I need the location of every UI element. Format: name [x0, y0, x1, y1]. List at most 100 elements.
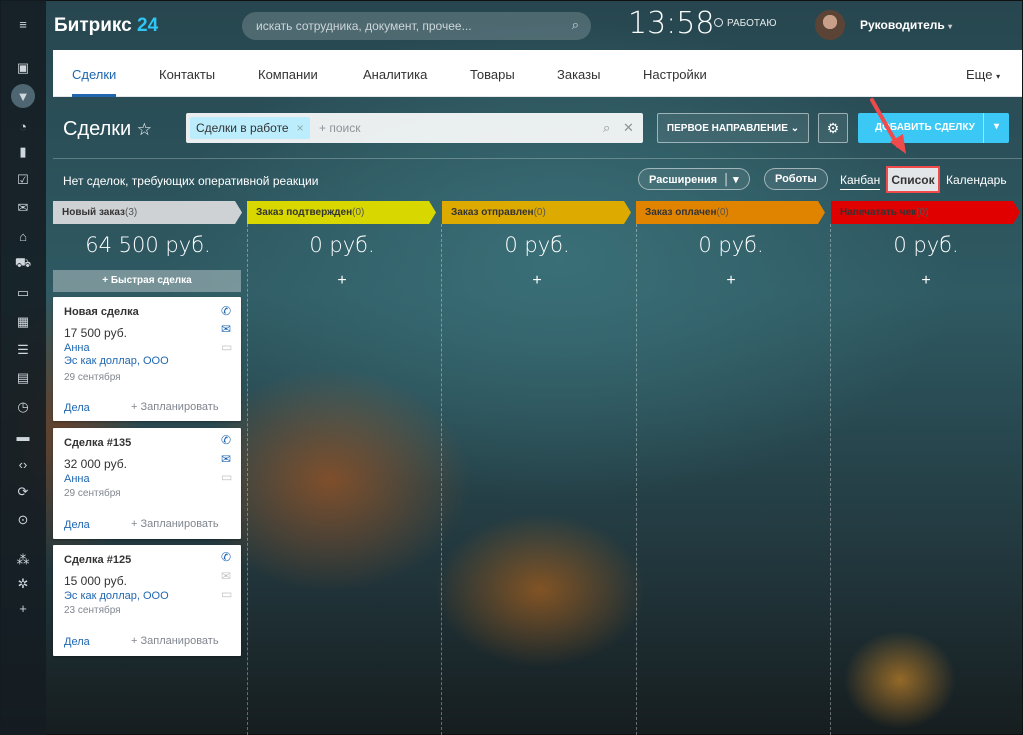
filter-search-input[interactable]: Сделки в работе × + поиск ⌕ ✕	[186, 113, 643, 143]
clock-icon[interactable]: ◷	[13, 397, 33, 417]
calendar-icon[interactable]: ▭	[13, 283, 33, 303]
filter-placeholder: + поиск	[319, 121, 361, 135]
grid-icon[interactable]: ▦	[13, 312, 33, 332]
stage-count: (0)	[916, 207, 929, 218]
chevron-down-icon: ⌄	[790, 123, 800, 134]
add-deal-plus-icon[interactable]: +	[442, 272, 632, 290]
quick-deal-button[interactable]: + Быстрая сделка	[53, 270, 241, 292]
robots-button[interactable]: Роботы	[764, 168, 828, 190]
deal-card[interactable]: Новая сделка 17 500 руб. Анна Эс как дол…	[53, 297, 241, 421]
stage-header[interactable]: Заказ отправлен(0)	[442, 201, 631, 224]
search-icon[interactable]: ⌕	[603, 120, 610, 136]
global-search-input[interactable]: искать сотрудника, документ, прочее... ⌕	[242, 12, 591, 40]
mail-icon[interactable]: ✉	[221, 569, 231, 583]
extensions-label: Расширения	[649, 174, 718, 186]
view-kanban[interactable]: Канбан	[840, 173, 881, 190]
deal-activities-link[interactable]: Дела	[64, 402, 90, 414]
deal-card[interactable]: Сделка #125 15 000 руб. Эс как доллар, О…	[53, 545, 241, 656]
tab-deals[interactable]: Сделки	[72, 67, 116, 82]
stage-column: Напечатать чек(0)	[831, 201, 1020, 224]
deal-activities-link[interactable]: Дела	[64, 519, 90, 531]
stage-header[interactable]: Напечатать чек(0)	[831, 201, 1020, 224]
add-deal-plus-icon[interactable]: +	[636, 272, 826, 290]
deal-activities-link[interactable]: Дела	[64, 636, 90, 648]
page-title-text: Сделки	[63, 118, 132, 140]
filter-icon[interactable]: ▼	[11, 84, 35, 108]
add-deal-plus-icon[interactable]: +	[831, 272, 1021, 290]
user-name: Руководитель	[860, 18, 945, 32]
divider	[53, 158, 1022, 159]
sync-icon[interactable]: ⟳	[13, 482, 33, 502]
user-menu[interactable]: Руководитель ▾	[860, 18, 952, 32]
sliders-icon[interactable]: ☰	[13, 340, 33, 360]
stage-name: Напечатать чек	[840, 207, 917, 218]
deal-date: 23 сентября	[64, 605, 121, 616]
drive-icon[interactable]: ▬	[13, 426, 33, 446]
stage-column: Заказ оплачен(0)	[636, 201, 825, 224]
phone-icon[interactable]: ✆	[221, 433, 231, 447]
chat-icon[interactable]: ▭	[221, 340, 232, 354]
tab-companies[interactable]: Компании	[258, 67, 318, 82]
work-status[interactable]: РАБОТАЮ	[714, 18, 776, 29]
deal-title[interactable]: Сделка #125	[64, 554, 131, 566]
sitemap-icon[interactable]: ⁂	[13, 550, 33, 570]
phone-icon[interactable]: ✆	[221, 304, 231, 318]
direction-button[interactable]: ПЕРВОЕ НАПРАВЛЕНИЕ ⌄	[657, 113, 809, 143]
mail-icon[interactable]: ✉	[13, 198, 33, 218]
chat-icon[interactable]: ▭	[221, 587, 232, 601]
close-icon[interactable]: ×	[297, 121, 304, 135]
tab-more[interactable]: Еще ▾	[966, 67, 1000, 82]
deal-plan-link[interactable]: + Запланировать	[131, 635, 219, 647]
plus-icon[interactable]: +	[13, 598, 33, 618]
view-list[interactable]: Список	[886, 166, 940, 193]
star-icon[interactable]: ☆	[137, 120, 152, 139]
tab-products[interactable]: Товары	[470, 67, 515, 82]
stage-column: Заказ подтвержден(0)	[247, 201, 436, 224]
deal-plan-link[interactable]: + Запланировать	[131, 518, 219, 530]
deal-company[interactable]: Эс как доллар, ООО	[64, 355, 169, 367]
clear-icon[interactable]: ✕	[623, 120, 634, 136]
stage-header[interactable]: Заказ оплачен(0)	[636, 201, 825, 224]
deal-company[interactable]: Эс как доллар, ООО	[64, 590, 169, 602]
bar-chart-icon[interactable]: ▮	[13, 142, 33, 162]
planner-icon[interactable]: ▤	[13, 368, 33, 388]
filter-chip[interactable]: Сделки в работе ×	[190, 117, 310, 139]
tab-settings[interactable]: Настройки	[643, 67, 707, 82]
add-deal-plus-icon[interactable]: +	[247, 272, 437, 290]
stage-header[interactable]: Заказ подтвержден(0)	[247, 201, 436, 224]
avatar[interactable]	[815, 10, 845, 40]
mail-icon[interactable]: ✉	[221, 322, 231, 336]
chevron-down-icon: ▾	[948, 22, 953, 31]
deal-title[interactable]: Сделка #135	[64, 437, 131, 449]
tab-orders[interactable]: Заказы	[557, 67, 600, 82]
menu-icon[interactable]: ≡	[13, 14, 33, 34]
chart-pie-icon[interactable]: ◔	[13, 116, 33, 136]
tab-contacts[interactable]: Контакты	[159, 67, 215, 82]
stage-header[interactable]: Новый заказ(3)	[53, 201, 242, 224]
phone-icon[interactable]: ✆	[221, 550, 231, 564]
tab-analytics[interactable]: Аналитика	[363, 67, 427, 82]
down-circle-icon[interactable]: ⊙	[13, 510, 33, 530]
checklist-icon[interactable]: ☑	[13, 170, 33, 190]
deal-title[interactable]: Новая сделка	[64, 306, 139, 318]
search-icon[interactable]: ⌕	[572, 17, 579, 33]
deal-plan-link[interactable]: + Запланировать	[131, 401, 219, 413]
more-label: Еще	[966, 67, 993, 82]
mail-icon[interactable]: ✉	[221, 452, 231, 466]
cart-icon[interactable]: ⛟	[13, 254, 33, 274]
crm-icon[interactable]: ⌂	[13, 226, 33, 246]
chevron-down-icon[interactable]: ▾	[983, 113, 1009, 143]
chat-icon[interactable]: ▭	[221, 470, 232, 484]
deal-card[interactable]: Сделка #135 32 000 руб. Анна 29 сентября…	[53, 428, 241, 539]
extensions-button[interactable]: Расширения │ ▾	[638, 168, 750, 190]
view-calendar[interactable]: Календарь	[946, 173, 1007, 187]
deal-contact[interactable]: Анна	[64, 473, 90, 485]
android-icon[interactable]: ▣	[13, 58, 33, 78]
page-title: Сделки ☆	[63, 118, 152, 141]
gear-icon[interactable]: ✲	[13, 574, 33, 594]
deal-contact[interactable]: Анна	[64, 342, 90, 354]
settings-gear-button[interactable]: ⚙	[818, 113, 848, 143]
logo[interactable]: Битрикс 24	[54, 15, 158, 37]
stage-name: Заказ подтвержден	[256, 207, 353, 218]
code-icon[interactable]: ‹›	[13, 454, 33, 474]
